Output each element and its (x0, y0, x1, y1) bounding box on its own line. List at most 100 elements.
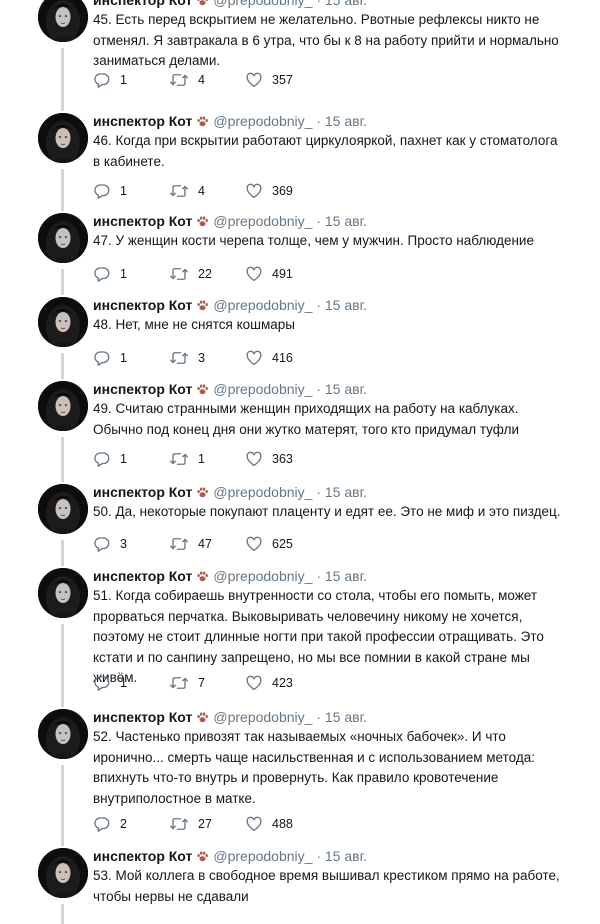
separator-dot: · (316, 297, 321, 313)
like-count: 363 (272, 452, 293, 466)
author-name[interactable]: инспектор Кот (93, 381, 192, 397)
like-button[interactable]: 488 (245, 815, 293, 833)
paw-icon (196, 486, 209, 503)
reply-button[interactable]: 1 (93, 182, 127, 200)
retweet-icon (169, 450, 189, 468)
like-count: 416 (272, 351, 293, 365)
retweet-button[interactable]: 3 (169, 349, 205, 367)
author-handle[interactable]: @prepodobniy_ (213, 0, 312, 8)
paw-icon (196, 215, 209, 232)
author-handle[interactable]: @prepodobniy_ (213, 848, 312, 864)
retweet-button[interactable]: 7 (169, 674, 205, 692)
reply-button[interactable]: 1 (93, 349, 127, 367)
thread-line (61, 48, 64, 111)
like-count: 491 (272, 267, 293, 281)
author-handle[interactable]: @prepodobniy_ (213, 568, 312, 584)
retweet-button[interactable]: 27 (169, 815, 212, 833)
thread-line (61, 353, 64, 379)
reply-button[interactable]: 1 (93, 674, 127, 692)
avatar[interactable] (38, 848, 88, 898)
author-name[interactable]: инспектор Кот (93, 0, 192, 8)
avatar[interactable] (38, 381, 88, 431)
author-handle[interactable]: @prepodobniy_ (213, 297, 312, 313)
author-name[interactable]: инспектор Кот (93, 484, 192, 500)
retweet-count: 3 (198, 351, 205, 365)
like-button[interactable]: 369 (245, 182, 293, 200)
retweet-icon (169, 265, 189, 283)
like-button[interactable]: 423 (245, 674, 293, 692)
retweet-icon (169, 535, 189, 553)
separator-dot: · (316, 213, 321, 229)
tweet-header: инспектор Кот @prepodobniy_ · 15 авг. (93, 848, 367, 867)
thread-line (61, 540, 64, 566)
author-name[interactable]: инспектор Кот (93, 297, 192, 313)
avatar[interactable] (38, 213, 88, 263)
like-count: 369 (272, 184, 293, 198)
separator-dot: · (316, 113, 321, 129)
retweet-button[interactable]: 22 (169, 265, 212, 283)
separator-dot: · (316, 848, 321, 864)
author-handle[interactable]: @prepodobniy_ (213, 484, 312, 500)
tweet-header: инспектор Кот @prepodobniy_ · 15 авг. (93, 484, 367, 503)
like-button[interactable]: 625 (245, 535, 293, 553)
avatar[interactable] (38, 484, 88, 534)
tweet-text: 51. Когда собираешь внутренности со стол… (93, 588, 544, 685)
retweet-button[interactable]: 4 (169, 71, 205, 89)
reply-count: 2 (120, 817, 127, 831)
retweet-button[interactable]: 1 (169, 450, 205, 468)
tweet-date[interactable]: 15 авг. (325, 297, 367, 313)
paw-icon (196, 850, 209, 867)
author-name[interactable]: инспектор Кот (93, 848, 192, 864)
reply-button[interactable]: 3 (93, 535, 127, 553)
retweet-icon (169, 674, 189, 692)
like-button[interactable]: 491 (245, 265, 293, 283)
author-name[interactable]: инспектор Кот (93, 113, 192, 129)
thread-line (61, 269, 64, 295)
avatar[interactable] (38, 297, 88, 347)
tweet-date[interactable]: 15 авг. (325, 213, 367, 229)
tweet-header: инспектор Кот @prepodobniy_ · 15 авг. (93, 709, 367, 728)
thread-line (61, 765, 64, 846)
author-handle[interactable]: @prepodobniy_ (213, 709, 312, 725)
author-name[interactable]: инспектор Кот (93, 709, 192, 725)
reply-count: 1 (120, 351, 127, 365)
retweet-button[interactable]: 47 (169, 535, 212, 553)
tweet-header: инспектор Кот @prepodobniy_ · 15 авг. (93, 113, 367, 132)
like-button[interactable]: 363 (245, 450, 293, 468)
like-button[interactable]: 357 (245, 71, 293, 89)
author-handle[interactable]: @prepodobniy_ (213, 113, 312, 129)
reply-button[interactable]: 1 (93, 71, 127, 89)
reply-icon (93, 349, 111, 367)
retweet-button[interactable]: 4 (169, 182, 205, 200)
reply-icon (93, 815, 111, 833)
avatar[interactable] (38, 113, 88, 163)
retweet-count: 22 (198, 267, 212, 281)
author-handle[interactable]: @prepodobniy_ (213, 213, 312, 229)
avatar[interactable] (38, 568, 88, 618)
avatar[interactable] (38, 709, 88, 759)
tweet-date[interactable]: 15 авг. (325, 113, 367, 129)
tweet-date[interactable]: 15 авг. (325, 568, 367, 584)
tweet-date[interactable]: 15 авг. (325, 0, 367, 8)
thread-line (61, 904, 64, 924)
tweet-date[interactable]: 15 авг. (325, 381, 367, 397)
reply-count: 1 (120, 267, 127, 281)
tweet-header: инспектор Кот @prepodobniy_ · 15 авг. (93, 297, 367, 316)
retweet-count: 47 (198, 537, 212, 551)
avatar[interactable] (38, 0, 88, 42)
paw-icon (196, 115, 209, 132)
author-name[interactable]: инспектор Кот (93, 568, 192, 584)
author-handle[interactable]: @prepodobniy_ (213, 381, 312, 397)
like-button[interactable]: 416 (245, 349, 293, 367)
reply-button[interactable]: 1 (93, 450, 127, 468)
separator-dot: · (316, 381, 321, 397)
reply-button[interactable]: 1 (93, 265, 127, 283)
author-name[interactable]: инспектор Кот (93, 213, 192, 229)
tweet-date[interactable]: 15 авг. (325, 484, 367, 500)
heart-icon (245, 535, 263, 553)
reply-count: 3 (120, 537, 127, 551)
tweet-date[interactable]: 15 авг. (325, 709, 367, 725)
reply-button[interactable]: 2 (93, 815, 127, 833)
tweet-date[interactable]: 15 авг. (325, 848, 367, 864)
tweet-text: 47. У женщин кости черепа толще, чем у м… (93, 233, 534, 248)
